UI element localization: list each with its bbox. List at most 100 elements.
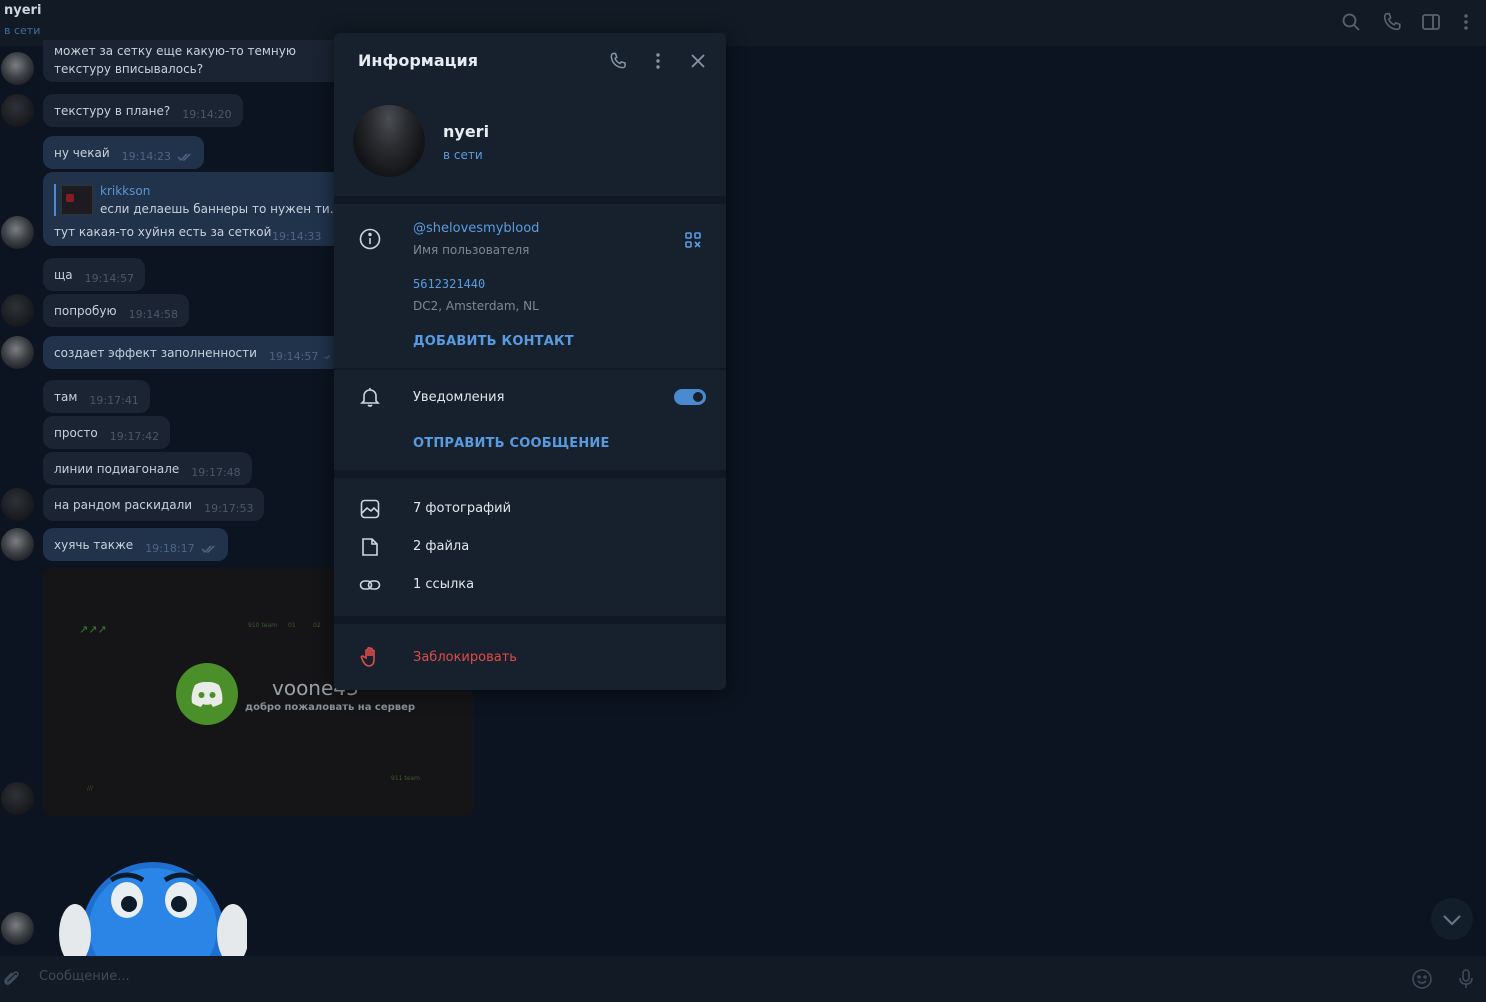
message-text: просто [54, 425, 98, 440]
message-text: ща [54, 267, 73, 282]
message-input[interactable]: Сообщение... [39, 969, 130, 984]
message-time: 19:17:42 [109, 430, 160, 443]
attach-icon[interactable] [2, 969, 22, 989]
bell-icon [360, 388, 380, 407]
section-divider [334, 470, 726, 478]
message-bubble[interactable]: создает эффект заполненности 19:14:57 [43, 336, 343, 369]
message-bubble[interactable]: на рандом раскидали 19:17:53 [43, 488, 265, 521]
profile-avatar[interactable] [353, 105, 425, 177]
close-icon[interactable] [688, 51, 708, 71]
profile-name: nyeri [443, 122, 490, 141]
notifications-label: Уведомления [413, 390, 505, 405]
message-bubble[interactable]: попробую 19:14:58 [43, 294, 190, 327]
message-time: 19:18:17 [145, 542, 195, 555]
double-check-icon [177, 153, 191, 161]
more-vertical-icon[interactable] [1455, 11, 1477, 33]
message-bubble[interactable]: линии подиагонале 19:17:48 [43, 452, 252, 485]
message-text: создает эффект заполненности [54, 345, 257, 360]
message-bubble[interactable]: там 19:17:41 [43, 380, 150, 413]
message-text: на рандом раскидали [54, 497, 193, 512]
user-id[interactable]: 5612321440 [413, 277, 485, 291]
message-bubble[interactable]: может за сетку еще какую-то темную текст… [43, 40, 343, 82]
chat-title[interactable]: nyeri [4, 3, 41, 18]
panel-title: Информация [358, 51, 478, 70]
more-vertical-icon[interactable] [648, 51, 668, 71]
photos-link[interactable]: 7 фотографий [413, 501, 511, 516]
phone-icon[interactable] [1381, 11, 1403, 33]
profile-status: в сети [443, 148, 483, 162]
user-info-panel: Информация nyeri в сети @shelovesmyblood… [334, 33, 726, 690]
message-time: 19:14:20 [182, 108, 232, 121]
hand-block-icon [360, 646, 375, 667]
chat-area[interactable]: может за сетку еще какую-то темную текст… [0, 40, 1486, 958]
message-bubble[interactable]: текстуру в плане? 19:14:20 [43, 94, 243, 127]
message-time: 19:17:41 [89, 394, 139, 407]
banner-tiny-label: 02 [313, 622, 321, 629]
banner-tiny-label: 01 [288, 622, 296, 629]
notifications-toggle[interactable] [674, 389, 706, 405]
section-divider [334, 616, 726, 624]
section-divider [334, 368, 726, 370]
sticker-image[interactable] [57, 858, 247, 958]
files-link[interactable]: 2 файла [413, 539, 469, 554]
link-icon [359, 580, 381, 590]
links-link[interactable]: 1 ссылка [413, 577, 474, 592]
reply-text: если делаешь баннеры то нужен ти... [100, 202, 342, 216]
avatar[interactable] [1, 216, 34, 249]
arrows-icon: ↗↗↗ [79, 623, 107, 636]
search-icon[interactable] [1340, 11, 1362, 33]
file-icon [362, 538, 378, 556]
message-bubble[interactable]: просто 19:17:42 [43, 416, 171, 449]
avatar[interactable] [1, 912, 34, 945]
scroll-down-button[interactable] [1431, 898, 1473, 940]
message-text: может за сетку еще какую-то темную текст… [54, 44, 296, 76]
message-time: 19:17:53 [204, 502, 254, 515]
message-time: 19:14:57 [84, 272, 135, 285]
discord-logo-icon [176, 663, 238, 725]
sidebar-icon[interactable] [1420, 11, 1442, 33]
microphone-icon[interactable] [1454, 967, 1478, 991]
emoji-icon[interactable] [1410, 967, 1434, 991]
message-bubble[interactable]: ну чекай 19:14:23 [43, 136, 205, 169]
avatar[interactable] [1, 294, 34, 327]
message-time: 19:14:58 [128, 308, 179, 321]
banner-tiny-label: /// [87, 785, 94, 792]
banner-subtitle: добро пожаловать на сервер [245, 702, 416, 713]
add-contact-button[interactable]: ДОБАВИТЬ КОНТАКТ [413, 334, 574, 349]
banner-tiny-label: 910 team [248, 622, 277, 629]
message-time: 19:14:23 [121, 150, 172, 163]
reply-bar [54, 184, 56, 216]
message-bubble-with-reply[interactable]: krikkson если делаешь баннеры то нужен т… [43, 172, 343, 246]
avatar[interactable] [1, 52, 34, 85]
info-icon [359, 228, 381, 250]
section-divider [334, 196, 726, 204]
send-message-button[interactable]: ОТПРАВИТЬ СООБЩЕНИЕ [413, 436, 610, 451]
double-check-icon [201, 545, 215, 553]
message-time: 19:14:57 [268, 350, 319, 363]
qr-code-icon[interactable] [684, 231, 702, 249]
message-text: текстуру в плане? [54, 103, 171, 118]
avatar[interactable] [1, 782, 34, 815]
message-text: там [54, 389, 78, 404]
message-text: хуячь также [54, 537, 134, 552]
message-time: 19:14:33 [272, 230, 322, 243]
message-bubble[interactable]: хуячь также 19:18:17 [43, 528, 228, 561]
avatar[interactable] [1, 336, 34, 369]
message-text: линии подиагонале [54, 461, 180, 476]
message-text: ну чекай [54, 145, 110, 160]
avatar[interactable] [1, 94, 34, 127]
reply-thumbnail [61, 185, 93, 215]
block-user-button[interactable]: Заблокировать [413, 650, 517, 665]
username-label: Имя пользователя [413, 243, 530, 257]
double-check-icon [324, 354, 331, 359]
message-composer: Сообщение... [0, 956, 1486, 1002]
avatar[interactable] [1, 528, 34, 561]
phone-icon[interactable] [608, 51, 628, 71]
photo-icon [360, 499, 380, 519]
reply-author[interactable]: krikkson [100, 184, 150, 198]
message-bubble[interactable]: ща 19:14:57 [43, 258, 146, 291]
message-text: попробую [54, 303, 117, 318]
avatar[interactable] [1, 488, 34, 521]
username-link[interactable]: @shelovesmyblood [413, 221, 539, 236]
chat-status: в сети [4, 24, 41, 37]
